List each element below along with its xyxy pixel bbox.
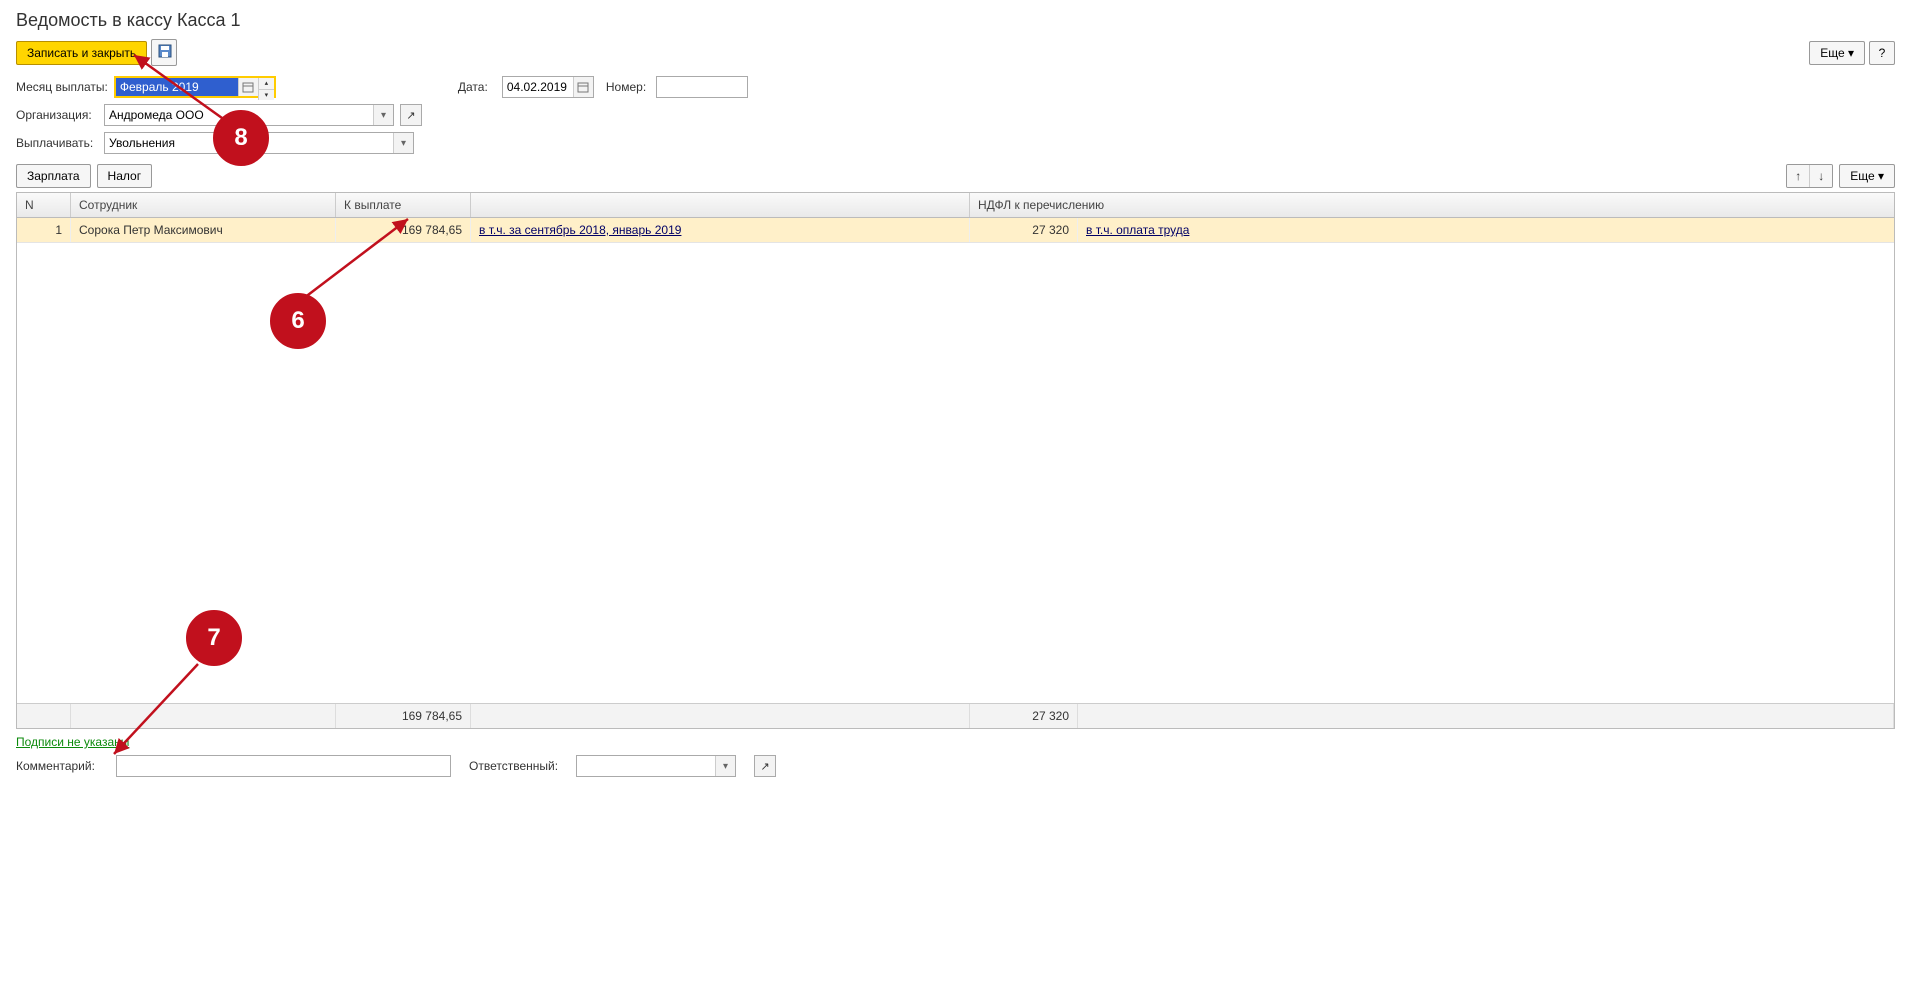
callout-circle: 8: [213, 110, 269, 166]
cell-topay: 169 784,65: [336, 218, 471, 242]
dropdown-icon[interactable]: ▾: [373, 105, 393, 125]
col-n-header[interactable]: N: [17, 193, 71, 217]
month-down-icon[interactable]: ▾: [258, 89, 274, 100]
month-field[interactable]: ▴ ▾: [114, 76, 276, 98]
cell-ndfldetail: в т.ч. оплата труда: [1078, 218, 1894, 242]
calendar-icon[interactable]: [573, 77, 593, 97]
month-input[interactable]: [116, 78, 238, 96]
col-topay-header[interactable]: К выплате: [336, 193, 471, 217]
callout-6: 6: [270, 293, 326, 349]
callout-circle: 6: [270, 293, 326, 349]
date-label: Дата:: [458, 80, 496, 94]
more-label: Еще: [1850, 169, 1874, 183]
dropdown-icon[interactable]: ▾: [715, 756, 735, 776]
comment-field[interactable]: [116, 755, 451, 777]
page-title: Ведомость в кассу Касса 1: [6, 0, 1905, 39]
resp-input[interactable]: [577, 756, 715, 776]
more-button[interactable]: Еще ▾: [1809, 41, 1865, 65]
resp-label: Ответственный:: [469, 759, 558, 773]
foot-ndfl: 27 320: [970, 704, 1078, 728]
tax-button[interactable]: Налог: [97, 164, 153, 188]
pay-detail-link[interactable]: в т.ч. за сентябрь 2018, январь 2019: [479, 223, 681, 237]
cell-ndfl: 27 320: [970, 218, 1078, 242]
arrow-down-icon: ↓: [1818, 169, 1824, 183]
save-button[interactable]: [151, 39, 177, 66]
col-paydetail-header: [471, 193, 970, 217]
number-label: Номер:: [606, 80, 650, 94]
help-button[interactable]: ?: [1869, 41, 1895, 65]
table-row[interactable]: 1 Сорока Петр Максимович 169 784,65 в т.…: [17, 218, 1894, 243]
more-label: Еще: [1820, 46, 1844, 60]
floppy-icon: [158, 44, 172, 58]
payroll-table: N Сотрудник К выплате НДФЛ к перечислени…: [16, 192, 1895, 729]
org-label: Организация:: [16, 108, 98, 122]
comment-input[interactable]: [117, 756, 450, 776]
callout-circle: 7: [186, 610, 242, 666]
save-close-button[interactable]: Записать и закрыть: [16, 41, 147, 65]
foot-emp: [71, 704, 336, 728]
cell-employee: Сорока Петр Максимович: [71, 218, 336, 242]
arrow-up-icon: ↑: [1795, 169, 1801, 183]
pay-label: Выплачивать:: [16, 136, 98, 150]
date-field[interactable]: [502, 76, 594, 98]
signatures-link[interactable]: Подписи не указаны: [16, 735, 129, 749]
foot-topay: 169 784,65: [336, 704, 471, 728]
dropdown-icon[interactable]: ▾: [393, 133, 413, 153]
date-input[interactable]: [503, 77, 573, 97]
external-link-icon[interactable]: ↗: [754, 755, 776, 777]
callout-8: 8: [213, 110, 269, 166]
external-link-icon[interactable]: ↗: [400, 104, 422, 126]
comment-label: Комментарий:: [16, 759, 98, 773]
col-employee-header[interactable]: Сотрудник: [71, 193, 336, 217]
col-ndfl-header[interactable]: НДФЛ к перечислению: [970, 193, 1894, 217]
move-down-button[interactable]: ↓: [1810, 165, 1832, 187]
foot-n: [17, 704, 71, 728]
table-more-button[interactable]: Еще ▾: [1839, 164, 1895, 188]
move-up-button[interactable]: ↑: [1787, 165, 1810, 187]
month-label: Месяц выплаты:: [16, 80, 108, 94]
ndfl-detail-link[interactable]: в т.ч. оплата труда: [1086, 223, 1189, 237]
cell-n: 1: [17, 218, 71, 242]
chevron-down-icon: ▾: [1878, 169, 1884, 183]
foot-ndfldetail: [1078, 704, 1894, 728]
callout-7: 7: [186, 610, 242, 666]
calendar-icon[interactable]: [238, 78, 258, 96]
number-field[interactable]: [656, 76, 748, 98]
cell-paydetail: в т.ч. за сентябрь 2018, январь 2019: [471, 218, 970, 242]
chevron-down-icon: ▾: [1848, 46, 1854, 60]
month-up-icon[interactable]: ▴: [258, 78, 274, 89]
save-close-label: Записать и закрыть: [27, 46, 136, 60]
foot-paydetail: [471, 704, 970, 728]
number-input[interactable]: [657, 77, 747, 97]
salary-button[interactable]: Зарплата: [16, 164, 91, 188]
resp-field[interactable]: ▾: [576, 755, 736, 777]
